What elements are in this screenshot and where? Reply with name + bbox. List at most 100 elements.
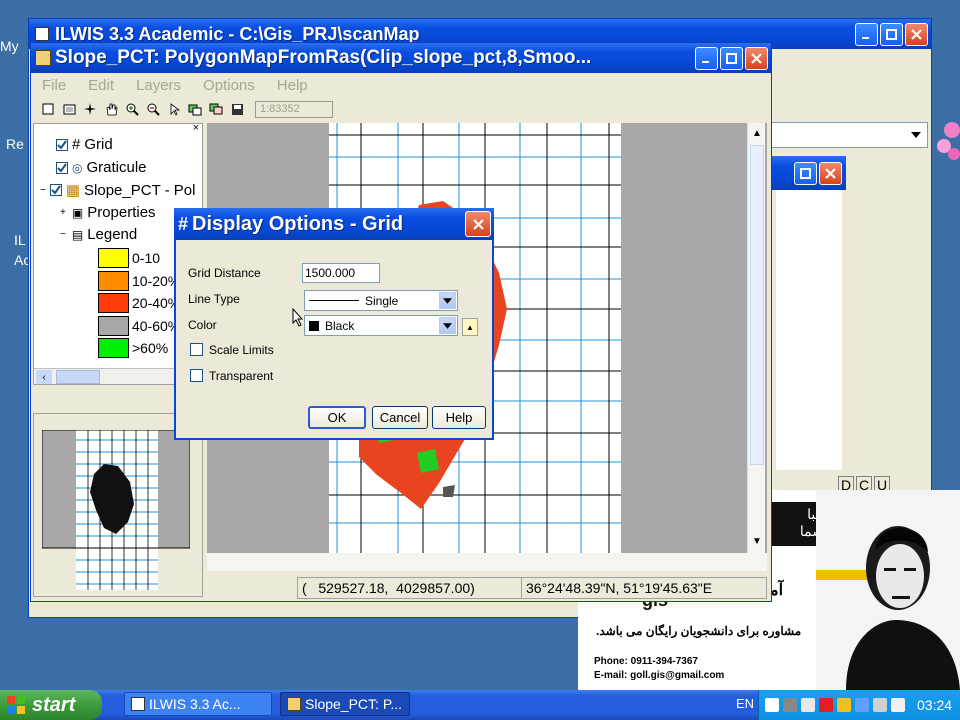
cancel-button[interactable]: Cancel	[372, 406, 428, 429]
scroll-left-icon[interactable]: ‹	[36, 370, 52, 384]
legend-swatch[interactable]	[98, 315, 129, 336]
tray-app-icon[interactable]	[765, 698, 779, 712]
desktop-icon-label-recycle[interactable]: Re	[6, 136, 24, 152]
map-hscrollbar[interactable]	[207, 553, 767, 571]
maximize-icon[interactable]	[880, 22, 903, 46]
scale-limits-checkbox[interactable]	[190, 343, 203, 356]
zoom-in-icon[interactable]	[123, 100, 141, 118]
tree-item-legend[interactable]: − ▤ Legend	[60, 226, 137, 243]
language-indicator[interactable]: EN	[736, 696, 754, 711]
close-icon[interactable]	[819, 161, 842, 185]
tray-shield-icon[interactable]	[837, 698, 851, 712]
tree-collapse-icon[interactable]: −	[60, 229, 66, 240]
scroll-up-icon[interactable]: ▲	[749, 125, 765, 141]
scale-field[interactable]: 1:83352	[255, 100, 333, 118]
color-swatch	[309, 320, 319, 331]
line-type-select[interactable]: Single	[304, 290, 458, 311]
dialog-titlebar[interactable]: # Display Options - Grid	[174, 208, 494, 240]
pan-hand-icon[interactable]	[102, 100, 120, 118]
maximize-icon[interactable]	[720, 46, 743, 70]
legend-swatch[interactable]	[98, 270, 129, 291]
checkbox-checked-icon[interactable]	[56, 138, 68, 151]
start-label: start	[32, 693, 76, 716]
sub-window-content	[776, 190, 842, 470]
display-options-dialog: # Display Options - Grid Grid Distance L…	[174, 208, 494, 440]
dialog-title: Display Options - Grid	[192, 212, 404, 235]
map-window-icon	[35, 50, 51, 66]
tray-network-icon[interactable]	[783, 698, 797, 712]
help-button[interactable]: Help	[432, 406, 486, 429]
scroll-thumb[interactable]	[56, 370, 100, 384]
scroll-down-icon[interactable]: ▼	[749, 533, 765, 549]
transparent-label: Transparent	[209, 369, 274, 383]
legend-swatch[interactable]	[98, 338, 129, 358]
map-toolbar: 1:83352	[31, 97, 771, 121]
color-select[interactable]: Black	[304, 315, 458, 336]
tray-display-icon[interactable]	[873, 698, 887, 712]
entire-map-icon[interactable]	[186, 100, 204, 118]
overview-pane: ×	[33, 412, 203, 597]
save-icon[interactable]	[228, 100, 246, 118]
start-button[interactable]: start	[0, 690, 102, 720]
legend-swatch[interactable]	[98, 293, 129, 313]
legend-label: >60%	[132, 340, 169, 356]
menu-help[interactable]: Help	[266, 77, 319, 94]
close-icon[interactable]	[465, 211, 491, 237]
tree-expand-icon[interactable]: +	[60, 207, 66, 218]
menu-options[interactable]: Options	[192, 77, 266, 94]
menu-file[interactable]: File	[31, 77, 77, 94]
chevron-down-icon[interactable]	[907, 126, 925, 144]
tray-usb-icon[interactable]	[801, 698, 815, 712]
checkbox-checked-icon[interactable]	[56, 161, 68, 174]
tray-antivirus-icon[interactable]	[819, 698, 833, 712]
clock: 03:24	[917, 697, 953, 713]
sub-window-titlebar[interactable]	[772, 156, 846, 190]
desktop-icon-label-ilwis[interactable]: IL	[14, 232, 26, 248]
flower-decoration-icon	[934, 118, 960, 162]
ilwis-app-icon	[131, 697, 145, 711]
map-window-titlebar[interactable]: Slope_PCT: PolygonMapFromRas(Clip_slope_…	[31, 43, 771, 73]
tree-collapse-icon[interactable]: −	[40, 185, 46, 196]
pointer-star-icon[interactable]	[81, 100, 99, 118]
ok-button[interactable]: OK	[308, 406, 366, 429]
tree-item-graticule[interactable]: ◎ Graticule	[56, 159, 147, 176]
legend-swatch[interactable]	[98, 248, 129, 268]
color-picker-button[interactable]: ▲	[462, 318, 478, 336]
task-slope[interactable]: Slope_PCT: P...	[280, 692, 410, 716]
chevron-down-icon[interactable]	[439, 292, 456, 309]
tray-monitor-icon[interactable]	[891, 698, 905, 712]
checkbox-checked-icon[interactable]	[49, 184, 62, 196]
close-pane-icon[interactable]: ×	[193, 122, 199, 134]
grid-distance-input[interactable]	[302, 263, 380, 283]
zoom-out-icon[interactable]	[144, 100, 162, 118]
transparent-checkbox[interactable]	[190, 369, 203, 382]
open-icon[interactable]	[60, 100, 78, 118]
ad-phone: Phone: 0911-394-7367	[594, 656, 698, 667]
map-window-title: Slope_PCT: PolygonMapFromRas(Clip_slope_…	[55, 47, 592, 68]
tree-item-slope[interactable]: − ▦ Slope_PCT - Pol	[40, 181, 195, 200]
minimize-icon[interactable]	[695, 46, 718, 70]
map-vscrollbar[interactable]: ▲ ▼	[747, 123, 765, 553]
tray-sound-icon[interactable]	[855, 698, 869, 712]
catalog-combo[interactable]	[770, 122, 928, 148]
scroll-thumb[interactable]	[750, 145, 764, 465]
maximize-icon[interactable]	[794, 161, 817, 185]
tree-item-properties[interactable]: + ▣ Properties	[60, 204, 156, 221]
legend-label: 0-10	[132, 250, 161, 266]
color-label: Color	[188, 318, 217, 332]
map-menubar: File Edit Layers Options Help	[31, 73, 771, 97]
minimize-icon[interactable]	[855, 22, 878, 46]
select-arrow-icon[interactable]	[165, 100, 183, 118]
close-icon[interactable]	[745, 46, 768, 70]
menu-edit[interactable]: Edit	[77, 77, 125, 94]
close-icon[interactable]	[905, 22, 928, 46]
task-ilwis[interactable]: ILWIS 3.3 Ac...	[124, 692, 272, 716]
desktop-icon-label-my[interactable]: My	[0, 38, 19, 54]
chevron-down-icon[interactable]	[439, 317, 456, 334]
new-icon[interactable]	[39, 100, 57, 118]
taskbar: start ILWIS 3.3 Ac... Slope_PCT: P... EN…	[0, 690, 960, 720]
menu-layers[interactable]: Layers	[125, 77, 192, 94]
copy-map-icon[interactable]	[207, 100, 225, 118]
color-value: Black	[325, 318, 355, 333]
tree-item-grid[interactable]: # Grid	[56, 136, 113, 153]
